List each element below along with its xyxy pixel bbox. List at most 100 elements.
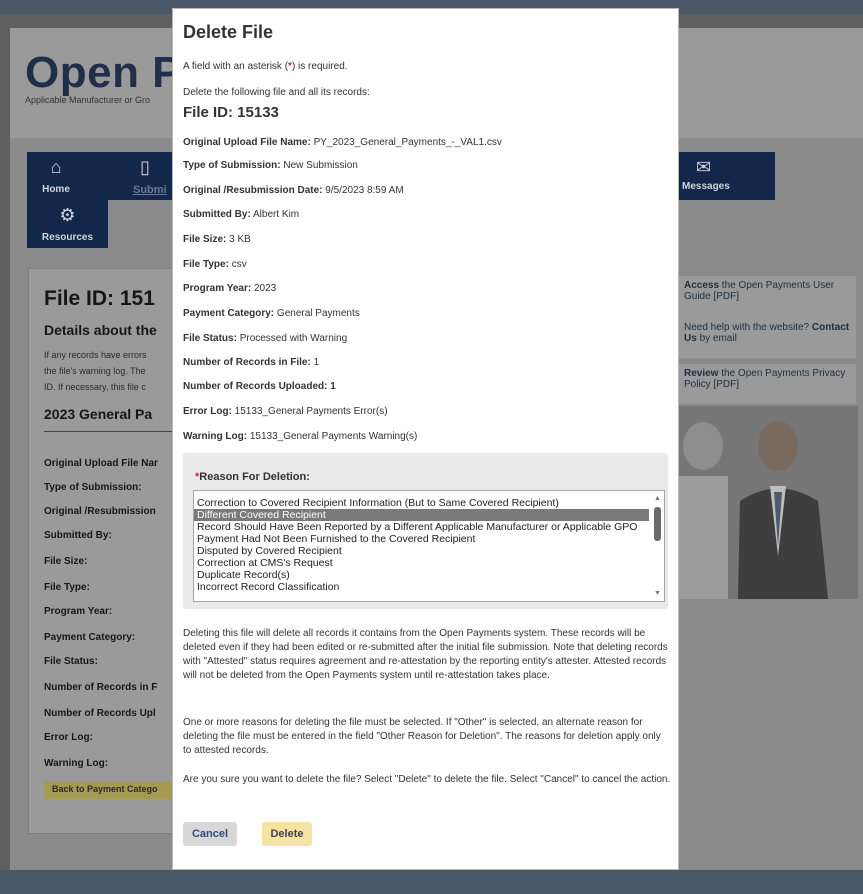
delete-note: Delete the following file and all its re…	[183, 87, 370, 98]
reason-option[interactable]: Payment Had Not Been Furnished to the Co…	[194, 533, 649, 545]
cancel-button[interactable]: Cancel	[183, 822, 237, 846]
field-label: Error Log:	[44, 732, 93, 743]
page-title: File ID: 151	[44, 287, 155, 310]
reason-option[interactable]: Correction to Covered Recipient Informat…	[194, 497, 649, 509]
reason-requirement-text: One or more reasons for deleting the fil…	[183, 717, 661, 756]
info-value: 1	[313, 357, 320, 368]
nav-resources-label: Resources	[41, 232, 94, 243]
nav-messages[interactable]: ✉ Messages	[678, 152, 775, 200]
field-label: File Type:	[44, 582, 90, 593]
file-id-heading: File ID: 15133	[183, 104, 279, 121]
nav-resources[interactable]: ⚙ Resources	[27, 200, 108, 248]
reason-option[interactable]: Disputed by Covered Recipient	[194, 545, 649, 557]
info-value: 2023	[253, 283, 277, 294]
info-row-program-year: Program Year: 2023	[183, 283, 276, 294]
doctors-photo	[678, 406, 858, 599]
field-label: Type of Submission:	[44, 482, 142, 493]
info-label: Original /Resubmission Date:	[183, 185, 323, 196]
info-label: Number of Records in File:	[183, 357, 311, 368]
info-row-error-log: Error Log: 15133_General Payments Error(…	[183, 406, 388, 417]
link-text: Need help with the website?	[684, 322, 812, 333]
note-line: If any records have errors	[44, 350, 147, 360]
info-label: Submitted By:	[183, 209, 251, 220]
info-value: New Submission	[283, 160, 358, 171]
reason-for-deletion-listbox[interactable]: Correction to Covered Recipient Informat…	[193, 490, 665, 602]
info-label: Original Upload File Name:	[183, 137, 311, 148]
link-emphasis: Review	[684, 368, 719, 379]
info-label: File Size:	[183, 234, 227, 245]
info-label: Number of Records Uploaded:	[183, 381, 328, 392]
info-label: Program Year:	[183, 283, 252, 294]
divider	[44, 431, 174, 432]
section-heading: 2023 General Pa	[44, 406, 153, 422]
info-value: 15133_General Payments Warning(s)	[249, 431, 418, 442]
info-value: PY_2023_General_Payments_-_VAL1.csv	[313, 137, 502, 148]
info-label: File Type:	[183, 259, 229, 270]
info-row-file-type: File Type: csv	[183, 259, 247, 270]
info-row-records-in-file: Number of Records in File: 1	[183, 357, 319, 368]
info-value: 3 KB	[229, 234, 251, 245]
site-tagline: Applicable Manufacturer or Gro	[25, 95, 151, 105]
gear-icon: ⚙	[59, 205, 76, 225]
info-value: 15133_General Payments Error(s)	[234, 406, 388, 417]
reason-option[interactable]: Duplicate Record(s)	[194, 569, 649, 581]
reason-option-selected[interactable]: Different Covered Recipient	[194, 509, 649, 521]
info-row-submission-date: Original /Resubmission Date: 9/5/2023 8:…	[183, 185, 404, 196]
details-heading: Details about the	[44, 322, 157, 338]
nav-home-label: Home	[42, 184, 70, 195]
info-row-warning-log: Warning Log: 15133_General Payments Warn…	[183, 431, 417, 442]
reason-option[interactable]: Incorrect Record Classification	[194, 581, 649, 593]
info-label: Type of Submission:	[183, 160, 281, 171]
required-note-post: ) is required.	[291, 61, 348, 72]
scroll-up-arrow-icon[interactable]: ▲	[653, 494, 662, 503]
info-label: Warning Log:	[183, 431, 248, 442]
nav-messages-label: Messages	[682, 181, 730, 192]
info-row-file-size: File Size: 3 KB	[183, 234, 251, 245]
footer-bar	[0, 870, 863, 894]
note-line: the file's warning log. The	[44, 366, 146, 376]
home-icon: ⌂	[50, 157, 62, 177]
deletion-warning-text: Deleting this file will delete all recor…	[183, 628, 668, 681]
confirm-question-text: Are you sure you want to delete the file…	[183, 774, 671, 785]
privacy-policy-link[interactable]: Review the Open Payments Privacy Policy …	[678, 364, 856, 404]
field-label: Payment Category:	[44, 632, 136, 643]
reason-for-deletion-section: *Reason For Deletion: Correction to Cove…	[183, 453, 668, 609]
info-value: 1	[330, 381, 336, 392]
field-label: File Status:	[44, 656, 98, 667]
scrollbar-thumb[interactable]	[654, 507, 661, 541]
contact-us-link[interactable]: Need help with the website? Contact Us b…	[678, 318, 856, 358]
note-line: ID. If necessary, this file c	[44, 382, 146, 392]
field-label: Number of Records in F	[44, 682, 158, 693]
dialog-title: Delete File	[183, 22, 274, 42]
required-note: A field with an asterisk (*) is required…	[183, 61, 348, 72]
field-label: Submitted By:	[44, 530, 112, 541]
reason-label: *Reason For Deletion:	[195, 471, 310, 483]
info-value: csv	[231, 259, 247, 270]
scroll-down-arrow-icon[interactable]: ▼	[653, 589, 662, 598]
link-text: by email	[696, 333, 737, 344]
info-row-original-file-name: Original Upload File Name: PY_2023_Gener…	[183, 137, 502, 148]
field-label: Original /Resubmission	[44, 506, 156, 517]
info-value: General Payments	[276, 308, 360, 319]
delete-button[interactable]: Delete	[262, 822, 312, 846]
info-row-payment-category: Payment Category: General Payments	[183, 308, 360, 319]
back-to-payment-category-button[interactable]: Back to Payment Catego	[44, 781, 174, 799]
info-value: Albert Kim	[253, 209, 300, 220]
field-label: Number of Records Upl	[44, 708, 156, 719]
info-label: File Status:	[183, 333, 237, 344]
required-note-pre: A field with an asterisk (	[183, 61, 289, 72]
field-label: Warning Log:	[44, 758, 109, 769]
user-guide-link[interactable]: Access the Open Payments User Guide [PDF…	[678, 276, 856, 320]
delete-file-dialog: Delete File A field with an asterisk (*)…	[172, 8, 679, 870]
reason-option[interactable]: Record Should Have Been Reported by a Di…	[194, 521, 649, 533]
field-label: File Size:	[44, 556, 88, 567]
listbox-scrollbar[interactable]: ▲ ▼	[651, 491, 664, 601]
reason-label-text: Reason For Deletion:	[199, 471, 310, 483]
nav-home[interactable]: ⌂ Home	[27, 152, 85, 200]
info-label: Payment Category:	[183, 308, 275, 319]
info-value: 9/5/2023 8:59 AM	[325, 185, 404, 196]
reason-option[interactable]: Correction at CMS's Request	[194, 557, 649, 569]
field-label: Original Upload File Nar	[44, 458, 158, 469]
field-label: Program Year:	[44, 606, 113, 617]
reason-options: Correction to Covered Recipient Informat…	[194, 497, 649, 593]
